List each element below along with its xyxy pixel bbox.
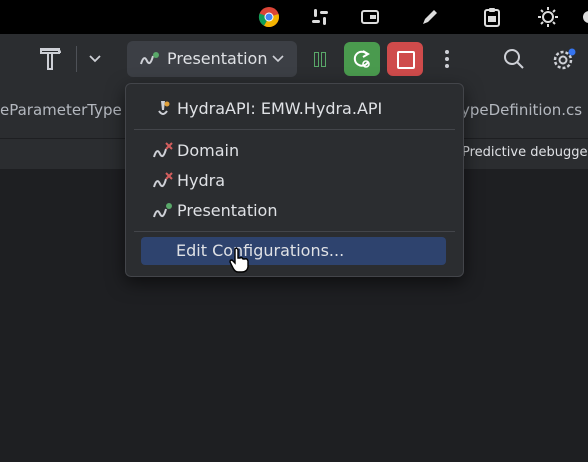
more-icon[interactable] bbox=[440, 47, 454, 71]
menu-item-domain[interactable]: Domain bbox=[140, 137, 448, 165]
predictive-debugger-notice[interactable]: Predictive debugge bbox=[462, 145, 587, 160]
web-api-config-icon bbox=[158, 101, 170, 115]
search-icon[interactable] bbox=[502, 47, 526, 71]
chevron-down-icon[interactable] bbox=[88, 53, 102, 65]
slack-icon[interactable] bbox=[309, 6, 331, 28]
dotnet-config-running-icon bbox=[153, 203, 172, 218]
menu-item-label: Hydra bbox=[177, 171, 226, 190]
menu-item-label: HydraAPI: EMW.Hydra.API bbox=[177, 99, 383, 118]
toolbar-divider bbox=[76, 46, 77, 72]
hammer-icon[interactable] bbox=[38, 46, 64, 72]
menu-separator bbox=[134, 129, 455, 130]
pause-icon[interactable] bbox=[313, 51, 327, 67]
pen-icon[interactable] bbox=[419, 6, 441, 28]
menu-separator bbox=[134, 231, 455, 232]
gear-icon[interactable] bbox=[550, 46, 578, 74]
wallet-icon[interactable] bbox=[359, 6, 381, 28]
hand-cursor-icon bbox=[229, 247, 249, 273]
dotnet-config-error-icon bbox=[153, 142, 173, 158]
rerun-icon bbox=[353, 50, 370, 68]
run-config-selector[interactable]: Presentation bbox=[127, 41, 297, 77]
run-config-popup: HydraAPI: EMW.Hydra.API Domain Hydra Pre… bbox=[125, 83, 464, 277]
stop-icon bbox=[397, 51, 415, 69]
brightness-icon[interactable] bbox=[537, 6, 559, 28]
stop-button[interactable] bbox=[387, 42, 423, 76]
chrome-icon[interactable] bbox=[258, 6, 280, 28]
macos-menu-bar bbox=[0, 0, 588, 34]
menu-item-hydra[interactable]: Hydra bbox=[140, 167, 448, 195]
menu-item-label: Edit Configurations... bbox=[176, 241, 345, 260]
menu-item-label: Domain bbox=[177, 141, 240, 160]
settings-icon[interactable] bbox=[578, 6, 588, 28]
menu-item-label: Presentation bbox=[177, 201, 278, 220]
clipboard-icon[interactable] bbox=[481, 6, 503, 28]
dotnet-config-error-icon bbox=[153, 172, 173, 188]
dotnet-config-icon bbox=[140, 52, 159, 65]
menu-item-hydraapi[interactable]: HydraAPI: EMW.Hydra.API bbox=[140, 95, 448, 123]
tab-left[interactable]: eParameterType bbox=[0, 101, 122, 119]
run-config-label: Presentation bbox=[167, 49, 268, 68]
menu-item-edit-configurations[interactable]: Edit Configurations... bbox=[141, 237, 446, 265]
chevron-down-icon bbox=[272, 55, 284, 63]
tab-right[interactable]: ypeDefinition.cs bbox=[461, 101, 582, 119]
rerun-button[interactable] bbox=[344, 42, 380, 76]
menu-item-presentation[interactable]: Presentation bbox=[140, 197, 448, 225]
